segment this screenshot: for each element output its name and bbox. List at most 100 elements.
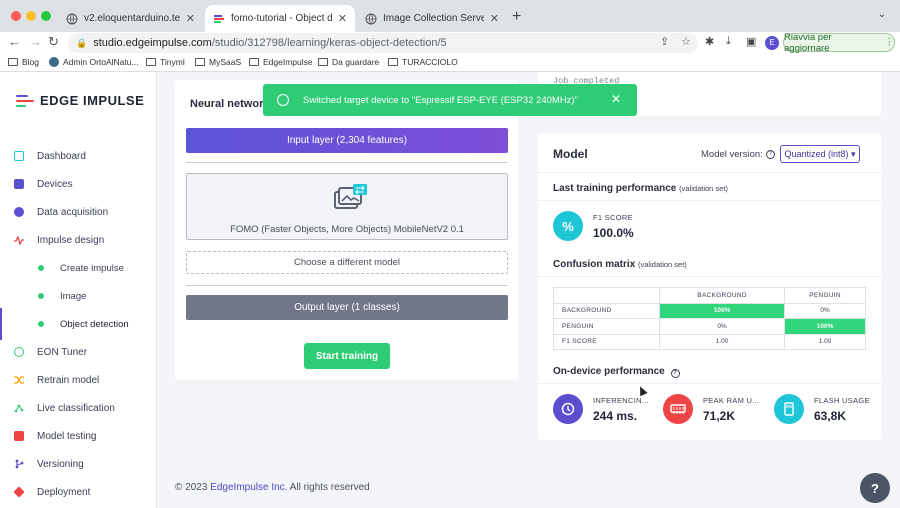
section-title: On-device performance: [553, 366, 665, 377]
toast-message: Switched target device to "Espressif ESP…: [303, 95, 578, 106]
sidebar-item-data-acquisition[interactable]: Data acquisition: [0, 202, 156, 222]
table-cell: 1.00: [658, 333, 786, 350]
section-note: (validation set): [638, 260, 687, 269]
on-device-performance-heading: On-device performance ?: [553, 366, 680, 378]
sidebar-item-create-impulse[interactable]: Create impulse: [0, 258, 156, 278]
bookmark-tinyml[interactable]: Tinyml: [146, 57, 185, 67]
sidebar-item-object-detection[interactable]: Object detection: [0, 308, 156, 340]
globe-icon: [66, 13, 78, 24]
table-cell: 100%: [658, 302, 786, 319]
model-architecture-box[interactable]: FOMO (Faster Objects, More Objects) Mobi…: [186, 173, 508, 240]
download-icon[interactable]: ⤓: [726, 35, 731, 48]
sidebar-item-model-testing[interactable]: Model testing: [0, 426, 156, 446]
peak-ram-value: 71,2K: [703, 409, 736, 423]
divider: [538, 200, 881, 201]
sidebar-item-image[interactable]: Image: [0, 286, 156, 306]
close-window-button[interactable]: [11, 11, 21, 21]
chip-icon: [14, 179, 24, 189]
output-layer-button[interactable]: Output layer (1 classes): [186, 295, 508, 320]
minimize-window-button[interactable]: [26, 11, 36, 21]
chevron-down-icon[interactable]: ⌄: [878, 9, 886, 20]
sidebar-item-label: Dashboard: [37, 150, 86, 162]
start-training-button[interactable]: Start training: [304, 343, 390, 369]
table-row: BACKGROUND PENGUIN: [553, 287, 866, 304]
profile-avatar[interactable]: E: [765, 36, 779, 50]
close-tab-icon[interactable]: ✕: [338, 12, 347, 25]
section-note: (validation set): [679, 184, 728, 193]
clipboard-icon: [14, 431, 24, 441]
sidebar-item-devices[interactable]: Devices: [0, 174, 156, 194]
input-layer-button[interactable]: Input layer (2,304 features): [186, 128, 508, 153]
folder-icon: [318, 58, 328, 66]
close-tab-icon[interactable]: ✕: [186, 12, 195, 25]
table-cell: 0%: [784, 302, 866, 319]
bookmark-mysaas[interactable]: MySaaS: [195, 57, 241, 67]
flash-usage-label: FLASH USAGE: [814, 396, 870, 405]
status-dot-icon: [38, 321, 44, 327]
sidebar-item-dashboard[interactable]: Dashboard: [0, 146, 156, 166]
bookmark-blog[interactable]: Blog: [8, 57, 39, 67]
bookmark-turacciolo[interactable]: TURACCIOLO: [388, 57, 458, 67]
bookmark-label: MySaaS: [209, 57, 242, 67]
maximize-window-button[interactable]: [41, 11, 51, 21]
edge-impulse-logo[interactable]: EDGE IMPULSE: [16, 93, 144, 108]
tab-title: fomo-tutorial - Object detection: [231, 13, 332, 24]
new-tab-icon[interactable]: +: [512, 8, 521, 26]
reload-icon[interactable]: ↻: [48, 34, 59, 50]
table-cell: 100%: [784, 318, 866, 335]
bookmark-admin[interactable]: Admin OrtoAlNatu...: [49, 57, 139, 67]
bookmark-da-guardare[interactable]: Da guardare: [318, 57, 379, 67]
f1-score-label: F1 SCORE: [593, 213, 633, 222]
extensions-icon[interactable]: ✱: [705, 35, 714, 48]
neural-network-title: Neural network: [190, 98, 270, 110]
compass-icon: [14, 347, 24, 357]
sidebar-item-deployment[interactable]: Deployment: [0, 482, 156, 502]
clock-icon: [553, 394, 583, 424]
browser-tab-eloquentarduino[interactable]: v2.eloquentarduino.test/posts ✕: [58, 5, 203, 32]
bookmark-star-icon[interactable]: ☆: [681, 35, 691, 48]
column-header: BACKGROUND: [658, 287, 786, 304]
sidebar-item-versioning[interactable]: Versioning: [0, 454, 156, 474]
lock-icon: 🔒: [76, 37, 88, 48]
update-label: Riavvia per aggiornare: [784, 31, 832, 54]
model-version-select[interactable]: Quantized (int8) ▾: [780, 145, 860, 163]
percent-icon: %: [553, 211, 583, 241]
address-bar[interactable]: 🔒 studio.edgeimpulse.com/studio/312798/l…: [68, 33, 698, 53]
sidepanel-icon[interactable]: ▣: [746, 35, 756, 48]
folder-icon: [146, 58, 156, 66]
f1-score-value: 100.0%: [593, 226, 634, 240]
sidebar-item-label: Image: [60, 290, 87, 302]
choose-different-model-button[interactable]: Choose a different model: [186, 251, 508, 274]
help-button[interactable]: ?: [860, 473, 890, 503]
folder-icon: [195, 58, 205, 66]
sidebar-item-live-classification[interactable]: Live classification: [0, 398, 156, 418]
inferencing-time-value: 244 ms.: [593, 409, 638, 423]
model-name: FOMO (Faster Objects, More Objects) Mobi…: [230, 224, 464, 235]
row-header: PENGUIN: [553, 318, 660, 335]
back-arrow-icon[interactable]: ←: [8, 34, 21, 49]
model-version-text: Model version:: [701, 149, 763, 160]
sidebar-item-label: Create impulse: [60, 262, 124, 274]
update-browser-button[interactable]: Riavvia per aggiornare ⋮: [783, 31, 895, 54]
help-circle-icon[interactable]: ?: [670, 369, 680, 378]
last-training-performance-heading: Last training performance (validation se…: [553, 183, 728, 194]
browser-tab-image-collection[interactable]: Image Collection Server ✕: [357, 5, 507, 32]
table-row: PENGUIN 0% 100%: [553, 318, 866, 335]
sidebar-item-eon-tuner[interactable]: EON Tuner: [0, 342, 156, 362]
bookmark-edgeimpulse[interactable]: EdgeImpulse: [249, 57, 313, 67]
sidebar-item-label: Live classification: [37, 402, 115, 414]
share-icon[interactable]: ⇪: [660, 35, 669, 48]
forward-arrow-icon[interactable]: →: [29, 34, 42, 49]
help-circle-icon[interactable]: ?: [765, 150, 775, 159]
browser-toolbar: ← → ↻ 🔒 studio.edgeimpulse.com/studio/31…: [0, 32, 900, 54]
table-row: BACKGROUND 100% 0%: [553, 302, 866, 319]
folder-icon: [249, 58, 259, 66]
divider: [186, 162, 508, 163]
folder-icon: [8, 58, 18, 66]
sidebar-item-retrain-model[interactable]: Retrain model: [0, 370, 156, 390]
browser-tab-fomo-tutorial[interactable]: fomo-tutorial - Object detection ✕: [205, 5, 355, 32]
footer-brand-link[interactable]: EdgeImpulse Inc.: [210, 482, 287, 493]
close-icon[interactable]: ✕: [611, 92, 621, 106]
sidebar-item-impulse-design[interactable]: Impulse design: [0, 230, 156, 250]
close-tab-icon[interactable]: ✕: [490, 12, 499, 25]
